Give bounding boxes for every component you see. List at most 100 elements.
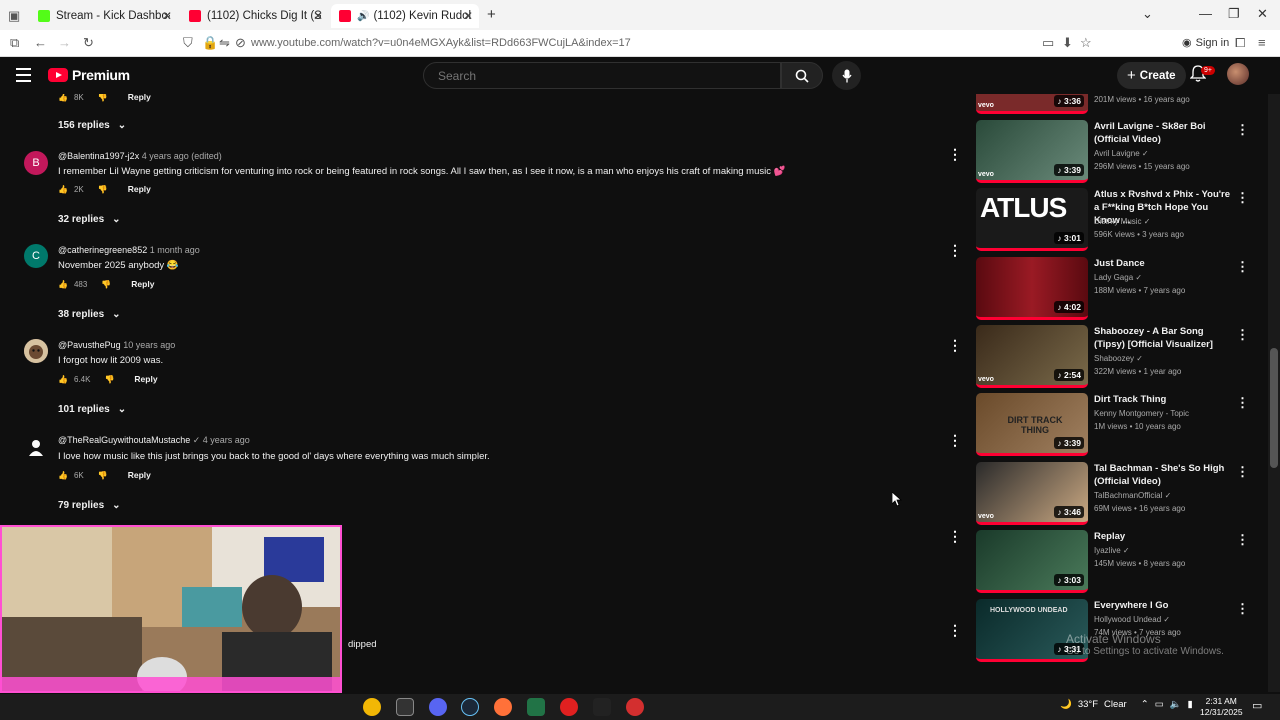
recommendation-item[interactable]: DIRT TRACK THING ♪ 3:39 Dirt Track Thing… [976, 393, 1266, 457]
video-thumbnail[interactable]: vevo ♪ 3:36 [976, 94, 1088, 114]
volume-icon[interactable]: 🔈 [1170, 699, 1182, 710]
excel-icon[interactable] [527, 698, 545, 716]
comment-more-icon[interactable]: ⋮ [948, 528, 962, 545]
channel-name[interactable]: Distrxy Music ✓ [1094, 217, 1151, 226]
comment-time[interactable]: 10 years ago [123, 340, 175, 350]
like-icon[interactable]: 👍 [58, 185, 68, 194]
forward-icon[interactable]: → [58, 35, 71, 50]
more-actions-icon[interactable]: ⋮ [1236, 601, 1249, 617]
recommendation-item[interactable]: ♪ 4:02 Just Dance Lady Gaga ✓ 188M views… [976, 257, 1266, 321]
tab-kick-dashboard[interactable]: Stream - Kick Dashboard ✕ [30, 4, 178, 28]
channel-name[interactable]: Hollywood Undead ✓ [1094, 615, 1170, 624]
channel-name[interactable]: Lady Gaga ✓ [1094, 273, 1142, 282]
more-actions-icon[interactable]: ⋮ [1236, 327, 1249, 343]
comment-author[interactable]: @TheRealGuywithoutaMustache [58, 435, 190, 445]
more-actions-icon[interactable]: ⋮ [1236, 395, 1249, 411]
reply-button[interactable]: Reply [128, 470, 151, 480]
recommendation-item[interactable]: vevo ♪ 3:46 Tal Bachman - She's So High … [976, 462, 1266, 526]
show-replies-button[interactable]: 156 replies ⌄ [58, 120, 126, 131]
comment-time[interactable]: 4 years ago [203, 435, 250, 445]
page-scrollbar[interactable] [1268, 94, 1280, 692]
chevron-up-icon[interactable]: ⌃ [1141, 699, 1149, 710]
dislike-icon[interactable]: 👎 [98, 185, 108, 194]
discord-icon[interactable] [429, 698, 447, 716]
tracking-icon[interactable]: ⊘ [235, 35, 246, 51]
speaker-icon[interactable]: 🔊 [357, 11, 369, 22]
video-title[interactable]: Avril Lavigne - Sk8er Boi (Official Vide… [1094, 120, 1234, 146]
video-thumbnail[interactable]: ATLUS ♪ 3:01 [976, 188, 1088, 251]
search-button[interactable] [781, 62, 823, 89]
battery-icon[interactable]: ▮ [1188, 699, 1193, 710]
comment-author[interactable]: @catherinegreene852 [58, 245, 147, 255]
dislike-icon[interactable]: 👎 [98, 94, 108, 102]
comment-more-icon[interactable]: ⋮ [948, 432, 962, 449]
video-title[interactable]: Shaboozey - A Bar Song (Tipsy) [Official… [1094, 325, 1234, 351]
video-thumbnail[interactable]: vevo ♪ 2:54 [976, 325, 1088, 388]
tab-chicks-dig-it[interactable]: (1102) Chicks Dig It (Single Edit ✕ [181, 4, 329, 28]
commenter-avatar[interactable]: C [24, 244, 48, 268]
close-icon[interactable]: ✕ [162, 9, 172, 23]
user-avatar[interactable] [1227, 63, 1249, 85]
more-actions-icon[interactable]: ⋮ [1236, 464, 1249, 480]
app-icon[interactable] [363, 698, 381, 716]
channel-name[interactable]: Iyazlive ✓ [1094, 546, 1130, 555]
like-icon[interactable]: 👍 [58, 280, 68, 289]
recommendation-item[interactable]: ATLUS ♪ 3:01 Atlus x Rvshvd x Phix - You… [976, 188, 1266, 252]
like-icon[interactable]: 👍 [58, 471, 68, 480]
save-to-pocket-icon[interactable]: ⬇ [1062, 35, 1073, 51]
video-title[interactable]: Tal Bachman - She's So High (Official Vi… [1094, 462, 1234, 488]
firefox-icon[interactable] [494, 698, 512, 716]
show-replies-button[interactable]: 101 replies ⌄ [58, 404, 126, 415]
permissions-icon[interactable]: ⇋ [219, 35, 230, 51]
comment-more-icon[interactable]: ⋮ [948, 146, 962, 163]
create-button[interactable]: + Create [1117, 62, 1186, 89]
window-close-icon[interactable]: ✕ [1257, 6, 1268, 22]
more-actions-icon[interactable]: ⋮ [1236, 259, 1249, 275]
like-icon[interactable]: 👍 [58, 94, 68, 102]
scrollbar-thumb[interactable] [1270, 348, 1278, 468]
show-replies-button[interactable]: 38 replies ⌄ [58, 309, 121, 320]
tab-list-chevron-icon[interactable]: ⌄ [1142, 6, 1153, 22]
video-title[interactable]: Just Dance [1094, 257, 1234, 270]
video-thumbnail[interactable]: ♪ 4:02 [976, 257, 1088, 320]
more-actions-icon[interactable]: ⋮ [1236, 122, 1249, 138]
recommendation-item[interactable]: vevo ♪ 3:36 201M views • 16 years ago [976, 94, 1266, 115]
dislike-icon[interactable]: 👎 [98, 471, 108, 480]
reader-icon[interactable]: ▭ [1042, 35, 1054, 51]
notification-center-icon[interactable]: ▭ [1252, 699, 1262, 712]
more-actions-icon[interactable]: ⋮ [1236, 532, 1249, 548]
channel-name[interactable]: Kenny Montgomery - Topic [1094, 409, 1189, 418]
commenter-avatar[interactable] [24, 339, 48, 363]
more-actions-icon[interactable]: ⋮ [1236, 190, 1249, 206]
new-tab-icon[interactable]: + [487, 6, 496, 23]
reply-button[interactable]: Reply [128, 184, 151, 194]
url-field[interactable]: www.youtube.com/watch?v=u0n4eMGXAyk&list… [251, 37, 631, 49]
recommendation-item[interactable]: vevo ♪ 3:39 Avril Lavigne - Sk8er Boi (O… [976, 120, 1266, 184]
steam-icon[interactable] [461, 698, 479, 716]
video-thumbnail[interactable]: ♪ 3:03 [976, 530, 1088, 593]
video-thumbnail[interactable]: vevo ♪ 3:39 [976, 120, 1088, 183]
show-replies-button[interactable]: 79 replies ⌄ [58, 500, 121, 511]
comment-author[interactable]: @Balentina1997-j2x [58, 151, 139, 161]
dislike-icon[interactable]: 👎 [104, 375, 114, 384]
reply-button[interactable]: Reply [134, 374, 157, 384]
recommendation-item[interactable]: vevo ♪ 2:54 Shaboozey - A Bar Song (Tips… [976, 325, 1266, 389]
maximize-icon[interactable]: ❐ [1228, 6, 1240, 22]
taskbar-clock[interactable]: 2:31 AM 12/31/2025 [1200, 696, 1243, 718]
app-menu-icon[interactable]: ≡ [1258, 35, 1266, 50]
extensions-icon[interactable]: ⧠ [1235, 35, 1245, 51]
comment-author[interactable]: @PavusthePug [58, 340, 121, 350]
reload-icon[interactable]: ↻ [83, 35, 94, 51]
video-thumbnail[interactable]: DIRT TRACK THING ♪ 3:39 [976, 393, 1088, 456]
channel-name[interactable]: Avril Lavigne ✓ [1094, 149, 1149, 158]
video-title[interactable]: Replay [1094, 530, 1234, 543]
minimize-icon[interactable]: — [1199, 6, 1212, 21]
like-icon[interactable]: 👍 [58, 375, 68, 384]
tab-kevin-rudolf[interactable]: 🔊 (1102) Kevin Rudolf - Let It ✕ [331, 4, 479, 28]
video-thumbnail[interactable]: vevo ♪ 3:46 [976, 462, 1088, 525]
comment-time[interactable]: 4 years ago (edited) [142, 151, 222, 161]
tab-actions-icon[interactable]: ▣ [8, 8, 20, 24]
obs-icon[interactable] [626, 698, 644, 716]
comment-time[interactable]: 1 month ago [150, 245, 200, 255]
comment-more-icon[interactable]: ⋮ [948, 337, 962, 354]
